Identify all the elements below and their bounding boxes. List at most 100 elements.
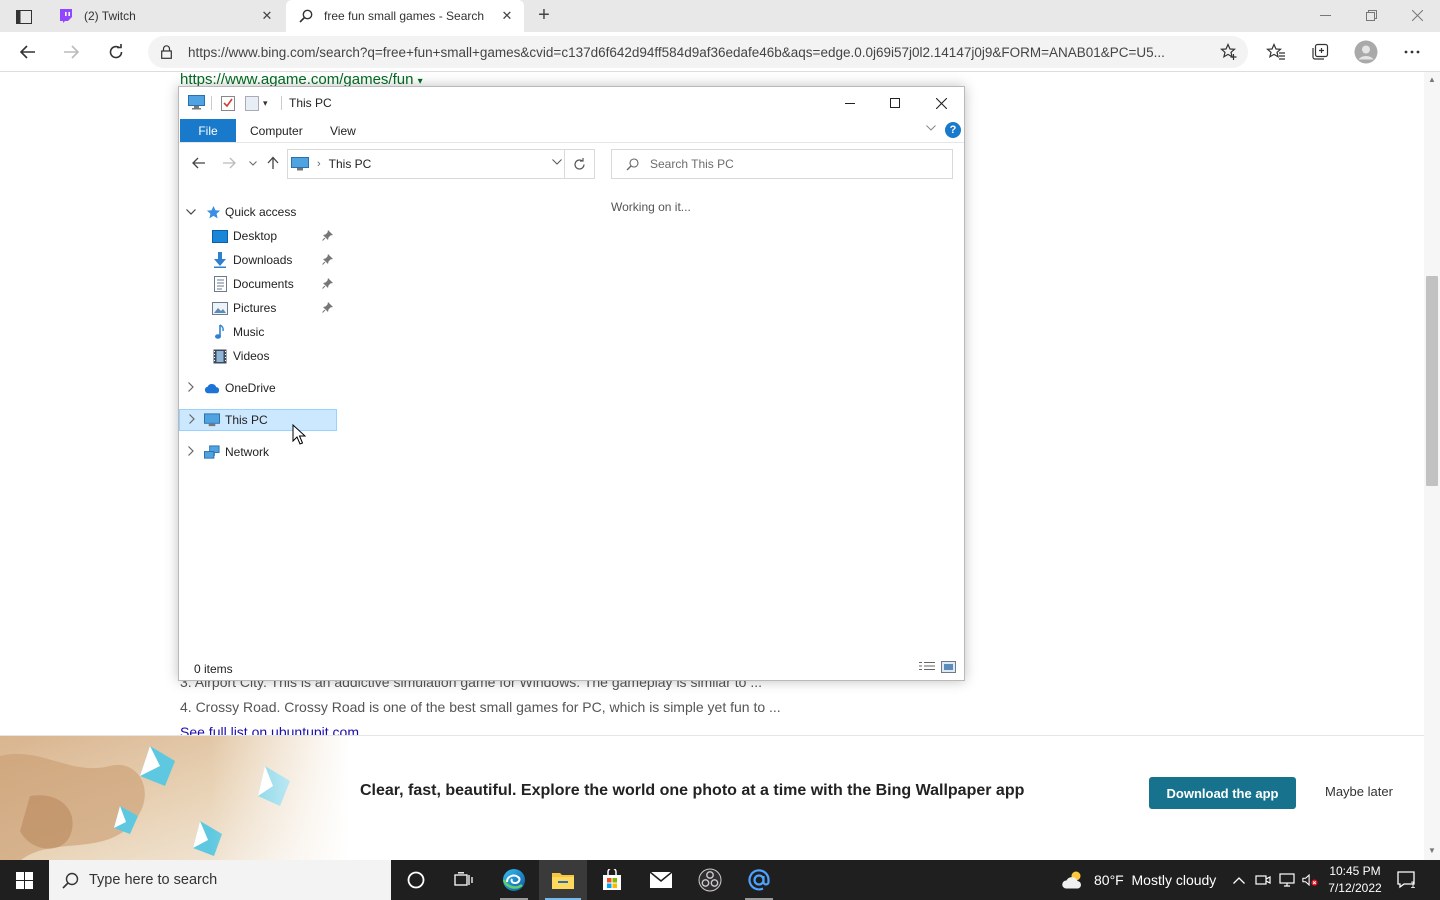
- nav-quick-access[interactable]: Quick access: [179, 201, 337, 223]
- at-sign-app-icon[interactable]: [735, 860, 783, 900]
- settings-more-icon[interactable]: [1400, 40, 1424, 64]
- close-tab-icon[interactable]: ✕: [500, 9, 514, 23]
- weather-widget[interactable]: 80°F Mostly cloudy: [1062, 860, 1216, 900]
- properties-icon[interactable]: [221, 95, 237, 111]
- microsoft-store-icon[interactable]: [588, 860, 636, 900]
- ribbon-view-tab[interactable]: View: [330, 124, 356, 138]
- scroll-thumb[interactable]: [1426, 276, 1438, 486]
- close-window-button[interactable]: [1394, 0, 1440, 30]
- favorites-icon[interactable]: [1264, 40, 1288, 64]
- file-explorer-icon[interactable]: [539, 860, 587, 900]
- address-bar[interactable]: https://www.bing.com/search?q=free+fun+s…: [148, 36, 1248, 68]
- nav-documents[interactable]: Documents: [179, 273, 337, 295]
- meet-now-icon[interactable]: [1255, 872, 1271, 888]
- tab-actions-icon[interactable]: [10, 6, 38, 28]
- nav-this-pc[interactable]: This PC: [179, 409, 337, 431]
- mail-icon[interactable]: [637, 860, 685, 900]
- action-center-icon[interactable]: 1: [1396, 870, 1420, 891]
- computer-icon: [204, 412, 220, 428]
- edge-browser-icon[interactable]: [490, 860, 538, 900]
- download-arrow-icon: [212, 252, 228, 268]
- download-app-button[interactable]: Download the app: [1149, 777, 1296, 809]
- this-pc-icon: [188, 95, 205, 111]
- up-folder-icon[interactable]: [263, 153, 283, 173]
- explorer-search-box[interactable]: Search This PC: [611, 149, 953, 179]
- expand-icon[interactable]: [185, 446, 197, 458]
- maybe-later-button[interactable]: Maybe later: [1325, 784, 1393, 799]
- collapse-icon[interactable]: [185, 206, 197, 218]
- explorer-minimize-button[interactable]: [827, 87, 873, 119]
- cortana-icon[interactable]: [392, 860, 440, 900]
- pin-icon[interactable]: [322, 277, 334, 289]
- ribbon-computer-tab[interactable]: Computer: [250, 124, 303, 138]
- close-tab-icon[interactable]: ✕: [260, 9, 274, 23]
- lock-icon[interactable]: [158, 44, 174, 60]
- tab-twitch[interactable]: (2) Twitch ✕: [48, 0, 284, 32]
- snippet-4: 4. Crossy Road. Crossy Road is one of th…: [180, 699, 781, 715]
- twitch-icon: [58, 8, 74, 24]
- nav-pictures[interactable]: Pictures: [179, 297, 337, 319]
- explorer-address-bar[interactable]: › This PC: [287, 149, 595, 179]
- ribbon-file-tab[interactable]: File: [180, 119, 236, 142]
- banner-text: Clear, fast, beautiful. Explore the worl…: [360, 782, 1025, 799]
- details-view-icon[interactable]: [919, 661, 935, 675]
- weather-text: 80°F Mostly cloudy: [1094, 872, 1217, 888]
- recent-locations-icon[interactable]: [243, 153, 263, 173]
- nav-desktop[interactable]: Desktop: [179, 225, 337, 247]
- refresh-button[interactable]: [101, 38, 131, 66]
- explorer-refresh-icon[interactable]: [564, 150, 594, 178]
- expand-icon[interactable]: [185, 382, 197, 394]
- nav-this-pc-label: This PC: [225, 413, 268, 427]
- explorer-title-bar[interactable]: ▾ This PC: [179, 87, 964, 119]
- explorer-maximize-button[interactable]: [872, 87, 918, 119]
- large-icons-view-icon[interactable]: [941, 661, 957, 675]
- start-button[interactable]: [0, 860, 48, 900]
- desktop-icon: [212, 228, 228, 244]
- loading-status-text: Working on it...: [611, 200, 691, 214]
- show-hidden-icons-icon[interactable]: [1231, 872, 1247, 888]
- cloudy-weather-icon: [1062, 870, 1086, 890]
- new-tab-button[interactable]: +: [532, 4, 556, 28]
- taskbar: Type here to search 80°F Mostly cloudy 1…: [0, 860, 1440, 900]
- volume-muted-icon[interactable]: [1302, 872, 1318, 888]
- forward-button[interactable]: [56, 38, 86, 66]
- explorer-search-placeholder: Search This PC: [650, 157, 734, 171]
- network-status-icon[interactable]: [1279, 872, 1295, 888]
- restore-button[interactable]: [1348, 0, 1394, 30]
- pin-icon[interactable]: [322, 301, 334, 313]
- tab-search[interactable]: free fun small games - Search ✕: [286, 0, 524, 32]
- nav-network[interactable]: Network: [179, 441, 337, 463]
- system-clock[interactable]: 10:45 PM 7/12/2022: [1326, 863, 1384, 897]
- address-dropdown-icon[interactable]: [550, 157, 564, 171]
- nav-pictures-label: Pictures: [233, 301, 277, 315]
- scroll-up-icon[interactable]: ▲: [1427, 75, 1437, 85]
- pin-icon[interactable]: [322, 253, 334, 265]
- nav-onedrive[interactable]: OneDrive: [179, 377, 337, 399]
- explorer-close-button[interactable]: [918, 87, 964, 119]
- pin-icon[interactable]: [322, 229, 334, 241]
- scroll-down-icon[interactable]: ▼: [1427, 846, 1437, 856]
- nav-videos[interactable]: Videos: [179, 345, 337, 367]
- banner-image: [0, 736, 350, 861]
- help-icon[interactable]: ?: [945, 122, 961, 138]
- add-favorite-icon[interactable]: [1219, 43, 1238, 61]
- customize-quick-access-icon[interactable]: ▾: [263, 95, 279, 111]
- expand-ribbon-icon[interactable]: [924, 123, 938, 137]
- nav-downloads[interactable]: Downloads: [179, 249, 337, 271]
- browser-toolbar: https://www.bing.com/search?q=free+fun+s…: [0, 32, 1440, 72]
- back-button[interactable]: [13, 38, 43, 66]
- obs-studio-icon[interactable]: [686, 860, 734, 900]
- wallpaper-banner: Clear, fast, beautiful. Explore the worl…: [0, 735, 1424, 861]
- minimize-button[interactable]: [1302, 0, 1348, 30]
- page-scrollbar[interactable]: ▲ ▼: [1424, 72, 1440, 860]
- task-view-icon[interactable]: [440, 860, 488, 900]
- nav-music[interactable]: Music: [179, 321, 337, 343]
- explorer-forward-icon[interactable]: [219, 153, 239, 173]
- explorer-back-icon[interactable]: [189, 153, 209, 173]
- new-folder-icon[interactable]: [245, 95, 261, 111]
- expand-icon[interactable]: [186, 414, 198, 426]
- collections-icon[interactable]: [1308, 40, 1332, 64]
- profile-avatar-icon[interactable]: [1354, 40, 1378, 64]
- breadcrumb-this-pc[interactable]: This PC: [329, 157, 372, 171]
- taskbar-search-box[interactable]: Type here to search: [49, 860, 391, 900]
